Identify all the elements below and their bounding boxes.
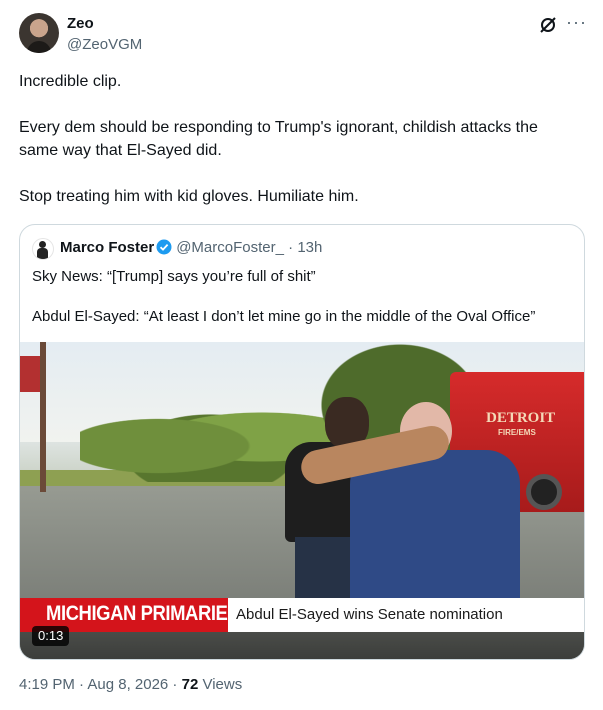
grok-icon[interactable] [538,15,558,35]
quoted-paragraph: Sky News: “[Trump] says you’re full of s… [32,268,316,285]
quoted-author-handle[interactable]: @MarcoFoster_ [176,239,284,256]
author-name[interactable]: Zeo [67,15,94,32]
quoted-author-name[interactable]: Marco Foster [60,239,154,256]
video-duration: 0:13 [32,626,70,646]
author-avatar[interactable] [19,13,59,53]
quoted-separator: · [283,239,298,256]
tweet-meta: 4:19 PM · Aug 8, 2026 · 72 Views [19,676,242,693]
tweet-text: Incredible clip. Every dem should be res… [19,70,579,208]
truck-wheel [526,474,562,510]
video-sign [20,356,40,392]
quoted-time[interactable]: 13h [297,239,322,256]
quoted-header: Marco Foster @MarcoFoster_ · 13h [60,239,322,256]
quoted-tweet[interactable]: Marco Foster @MarcoFoster_ · 13h Sky New… [19,224,585,660]
views-count: 72 [181,676,199,693]
chyron-tag: MICHIGAN PRIMARIES [46,602,240,625]
tweet-timestamp[interactable]: 4:19 PM · Aug 8, 2026 · [19,676,182,693]
views-label: Views [198,676,243,693]
verified-badge-icon [156,239,172,255]
tweet: Zeo @ZeoVGM ··· Incredible clip. Every d… [0,0,603,710]
quoted-text: Sky News: “[Trump] says you’re full of s… [32,267,572,327]
video-player[interactable]: DETROIT FIRE/EMS MICHIGAN PRIMARIES Abdu… [20,342,584,659]
news-chyron: MICHIGAN PRIMARIES Abdul El-Sayed wins S… [20,598,584,632]
more-options-icon[interactable]: ··· [566,12,587,33]
tweet-paragraph: Every dem should be responding to Trump'… [19,119,538,159]
quoted-author-avatar[interactable] [32,238,54,260]
tweet-paragraph: Incredible clip. [19,73,122,90]
author-handle[interactable]: @ZeoVGM [67,36,142,53]
tweet-paragraph: Stop treating him with kid gloves. Humil… [19,188,359,205]
video-lower-band [20,632,584,659]
video-pole [40,342,46,492]
chyron-headline: Abdul El-Sayed wins Senate nomination [236,606,503,623]
quoted-paragraph: Abdul El-Sayed: “At least I don’t let mi… [32,308,536,325]
